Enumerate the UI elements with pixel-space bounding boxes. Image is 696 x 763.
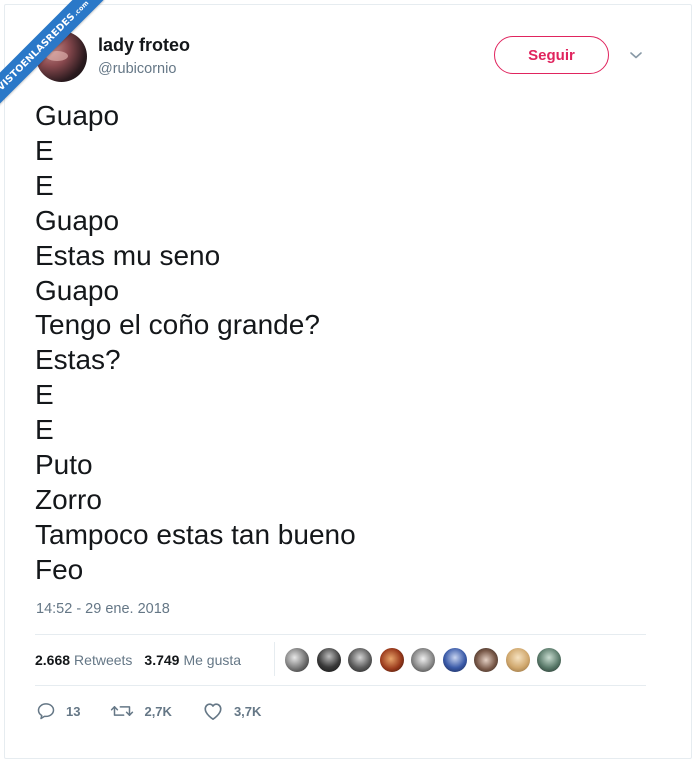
tweet-actions: 13 2,7K 3,7K <box>36 701 291 721</box>
retweet-action[interactable]: 2,7K <box>110 701 172 721</box>
reply-count: 13 <box>66 703 81 719</box>
tweet-timestamp[interactable]: 14:52 - 29 ene. 2018 <box>36 601 170 617</box>
liker-avatar[interactable] <box>504 647 531 673</box>
like-action[interactable]: 3,7K <box>202 701 261 721</box>
liker-avatar[interactable] <box>284 647 310 673</box>
tweet-line: Estas mu seno <box>35 239 221 271</box>
tweet-line: Puto <box>35 449 93 481</box>
likes-label[interactable]: Me gusta <box>183 652 241 668</box>
tweet-line: Guapo <box>35 100 120 131</box>
retweet-count: 2,7K <box>144 703 172 719</box>
liker-avatars <box>284 647 568 673</box>
user-handle[interactable]: @rubicornio <box>98 61 176 77</box>
watermark-suffix: .com <box>71 0 91 18</box>
display-name[interactable]: lady froteo <box>98 35 190 56</box>
stats-separator <box>274 642 275 676</box>
liker-avatar[interactable] <box>536 647 562 673</box>
liker-avatar[interactable] <box>441 647 468 673</box>
liker-avatar[interactable] <box>378 647 405 673</box>
retweet-icon <box>111 706 134 716</box>
tweet-line: Zorro <box>35 483 102 515</box>
reply-action[interactable]: 13 <box>36 701 80 721</box>
divider <box>35 634 646 635</box>
reply-icon <box>37 703 55 720</box>
tweet-line: Guapo <box>35 274 120 306</box>
tweet-line: Feo <box>35 553 84 585</box>
tweet-line: E <box>35 134 54 166</box>
retweets-count[interactable]: 2.668 <box>35 652 70 668</box>
follow-button[interactable]: Seguir <box>494 36 609 74</box>
tweet-line: E <box>35 169 54 201</box>
liker-avatar[interactable] <box>315 647 342 673</box>
likes-count[interactable]: 3.749 <box>144 652 179 668</box>
liker-avatar[interactable] <box>473 647 499 673</box>
chevron-down-icon[interactable] <box>628 47 644 63</box>
tweet-line: E <box>35 414 54 446</box>
liker-avatar[interactable] <box>347 647 373 673</box>
tweet-line: Guapo <box>35 204 120 236</box>
tweet-line: E <box>35 379 54 411</box>
liker-avatar[interactable] <box>410 647 436 673</box>
tweet-text: Guapo E E Guapo Estas mu seno Guapo Teng… <box>35 99 356 588</box>
tweet-line: Estas? <box>35 344 121 376</box>
heart-icon <box>204 703 222 720</box>
tweet-line: Tampoco estas tan bueno <box>35 518 356 550</box>
divider <box>35 685 646 686</box>
engagement-stats: 2.668 Retweets 3.749 Me gusta <box>35 652 253 668</box>
tweet-line: Tengo el coño grande? <box>35 309 320 341</box>
like-count: 3,7K <box>233 703 262 719</box>
retweets-label[interactable]: Retweets <box>74 652 132 668</box>
